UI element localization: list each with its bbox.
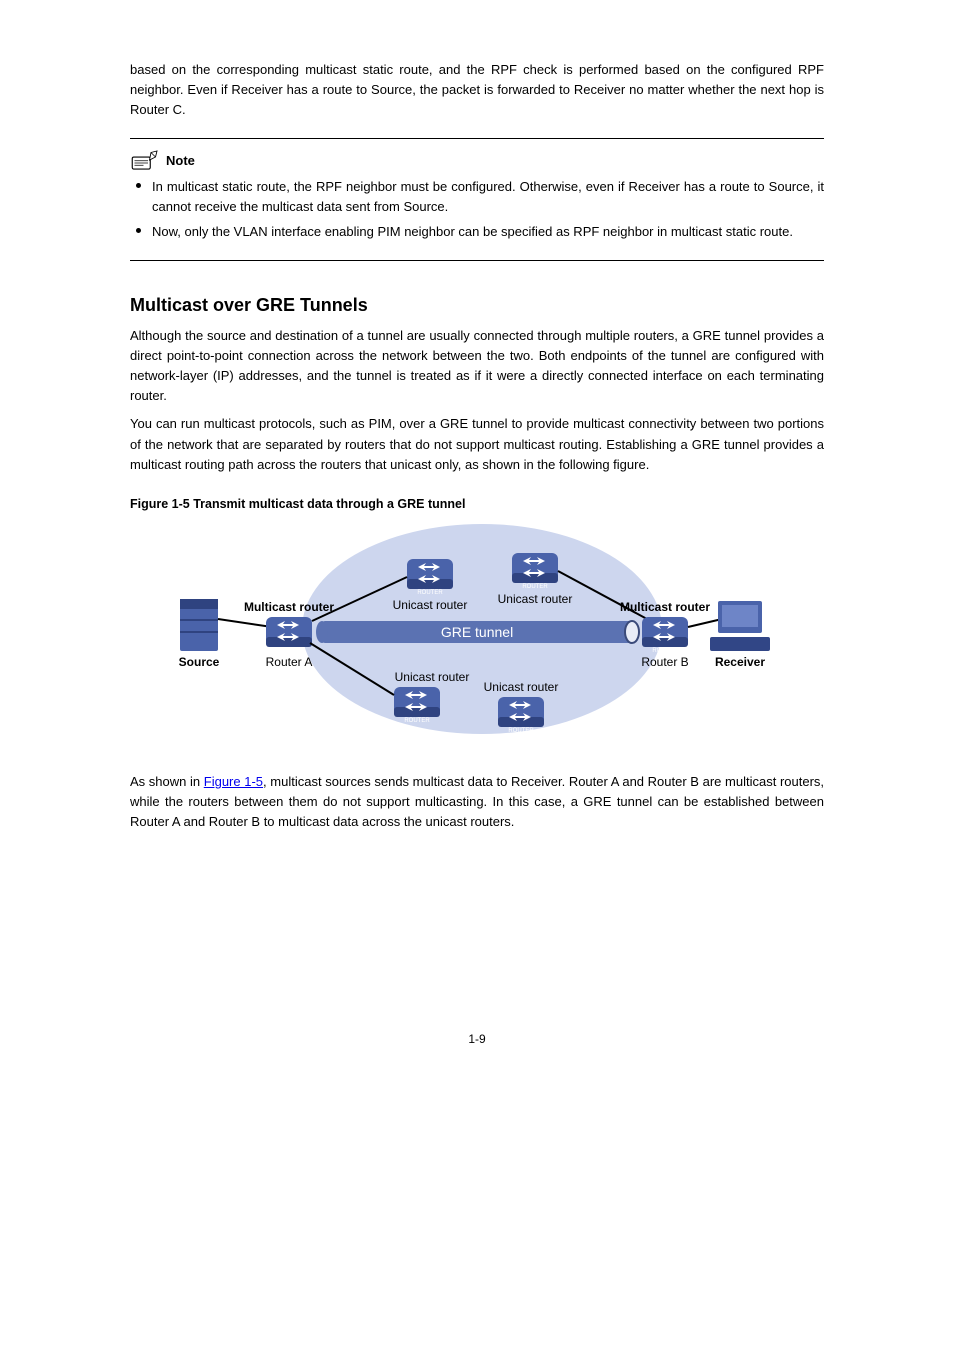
- note-item: Now, only the VLAN interface enabling PI…: [130, 222, 824, 242]
- intro-paragraph: based on the corresponding multicast sta…: [130, 60, 824, 120]
- svg-text:ROUTER: ROUTER: [404, 718, 430, 724]
- svg-text:ROUTER: ROUTER: [417, 590, 443, 596]
- figure-diagram: GRE tunnel Source ROUTER Multicast route…: [162, 519, 792, 754]
- router-a-icon: ROUTER: [266, 617, 312, 654]
- source-label: Source: [179, 655, 220, 669]
- unicast-router-label: Unicast router: [484, 680, 559, 694]
- receiver-pc-icon: [710, 601, 770, 651]
- note-icon: [130, 149, 160, 171]
- unicast-router-label: Unicast router: [393, 598, 468, 612]
- section-paragraph-1: Although the source and destination of a…: [130, 326, 824, 407]
- svg-text:ROUTER: ROUTER: [508, 728, 534, 734]
- mcast-router-label-right: Multicast router: [620, 600, 710, 614]
- source-server-icon: [180, 599, 218, 651]
- section-title: Multicast over GRE Tunnels: [130, 295, 824, 316]
- svg-text:ROUTER: ROUTER: [276, 648, 302, 654]
- post-figure-prefix: As shown in: [130, 774, 204, 789]
- receiver-label: Receiver: [715, 655, 765, 669]
- page-number: 1-9: [130, 1032, 824, 1046]
- section-paragraph-2: You can run multicast protocols, such as…: [130, 414, 824, 474]
- note-item: In multicast static route, the RPF neigh…: [130, 177, 824, 216]
- note-bottom-rule: [130, 260, 824, 261]
- svg-text:ROUTER: ROUTER: [652, 648, 678, 654]
- unicast-router-label: Unicast router: [498, 592, 573, 606]
- post-figure-paragraph: As shown in Figure 1-5, multicast source…: [130, 772, 824, 832]
- router-b-label: Router B: [641, 655, 688, 669]
- router-a-label: Router A: [266, 655, 313, 669]
- figure-caption: Figure 1-5 Transmit multicast data throu…: [130, 497, 824, 511]
- unicast-router-label: Unicast router: [395, 670, 470, 684]
- note-label: Note: [166, 153, 195, 168]
- svg-text:ROUTER: ROUTER: [522, 584, 548, 590]
- figure-link[interactable]: Figure 1-5: [204, 774, 263, 789]
- mcast-router-label-left: Multicast router: [244, 600, 334, 614]
- note-top-rule: [130, 138, 824, 139]
- note-list: In multicast static route, the RPF neigh…: [130, 177, 824, 242]
- gre-tunnel-label: GRE tunnel: [441, 624, 513, 640]
- note-header: Note: [130, 149, 824, 171]
